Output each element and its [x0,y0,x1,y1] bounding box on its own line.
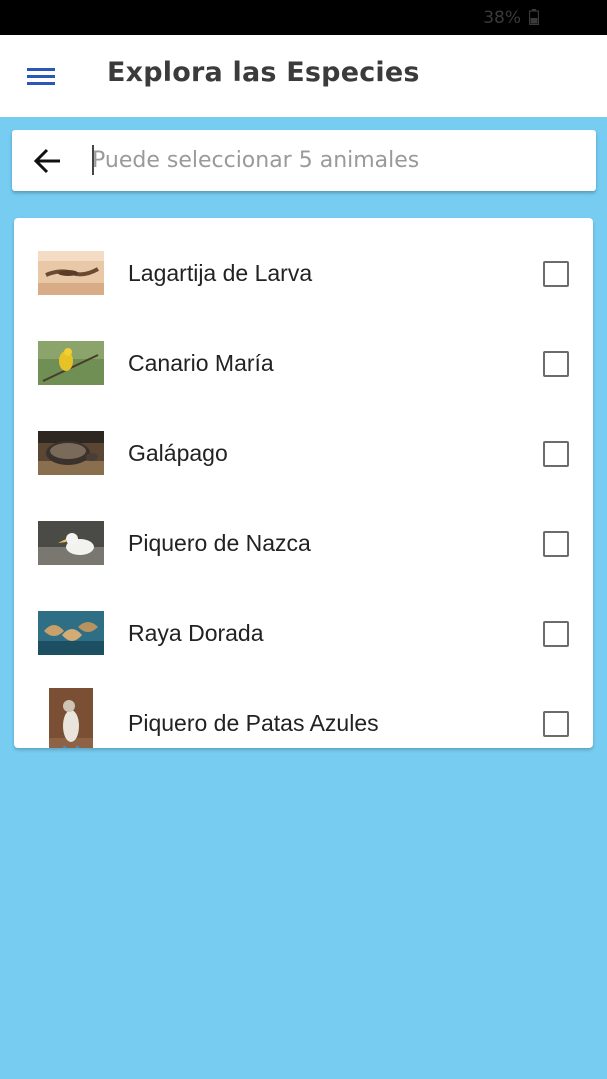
search-bar [12,130,596,191]
list-item[interactable]: Lagartija de Larva [14,228,593,318]
list-item[interactable]: Piquero de Nazca [14,498,593,588]
species-name: Canario María [128,350,274,376]
back-arrow-icon[interactable] [32,146,64,176]
species-checkbox[interactable] [543,351,569,377]
lizard-thumbnail [38,251,104,295]
species-name: Galápago [128,440,228,466]
menu-icon[interactable] [22,60,60,92]
status-bar: 38% [0,0,607,35]
species-name: Raya Dorada [128,620,264,646]
canary-thumbnail [38,341,104,385]
page-title: Explora las Especies [107,57,420,88]
text-caret [92,145,94,175]
battery-icon [529,9,539,25]
species-checkbox[interactable] [543,621,569,647]
species-checkbox[interactable] [543,441,569,467]
battery-percentage: 38% [483,8,521,28]
list-item[interactable]: Piquero de Patas Azules [14,678,593,748]
app-bar: Explora las Especies [0,35,607,117]
golden-ray-thumbnail [38,611,104,655]
search-input[interactable] [92,140,572,180]
species-checkbox[interactable] [543,711,569,737]
list-item[interactable]: Raya Dorada [14,588,593,678]
species-checkbox[interactable] [543,531,569,557]
tortoise-thumbnail [38,431,104,475]
species-list: Lagartija de Larva Canario María Galápag… [14,218,593,748]
list-item[interactable]: Canario María [14,318,593,408]
species-name: Piquero de Patas Azules [128,710,379,736]
blue-footed-booby-thumbnail [49,688,93,748]
species-name: Piquero de Nazca [128,530,311,556]
nazca-booby-thumbnail [38,521,104,565]
species-checkbox[interactable] [543,261,569,287]
list-item[interactable]: Galápago [14,408,593,498]
species-name: Lagartija de Larva [128,260,313,286]
